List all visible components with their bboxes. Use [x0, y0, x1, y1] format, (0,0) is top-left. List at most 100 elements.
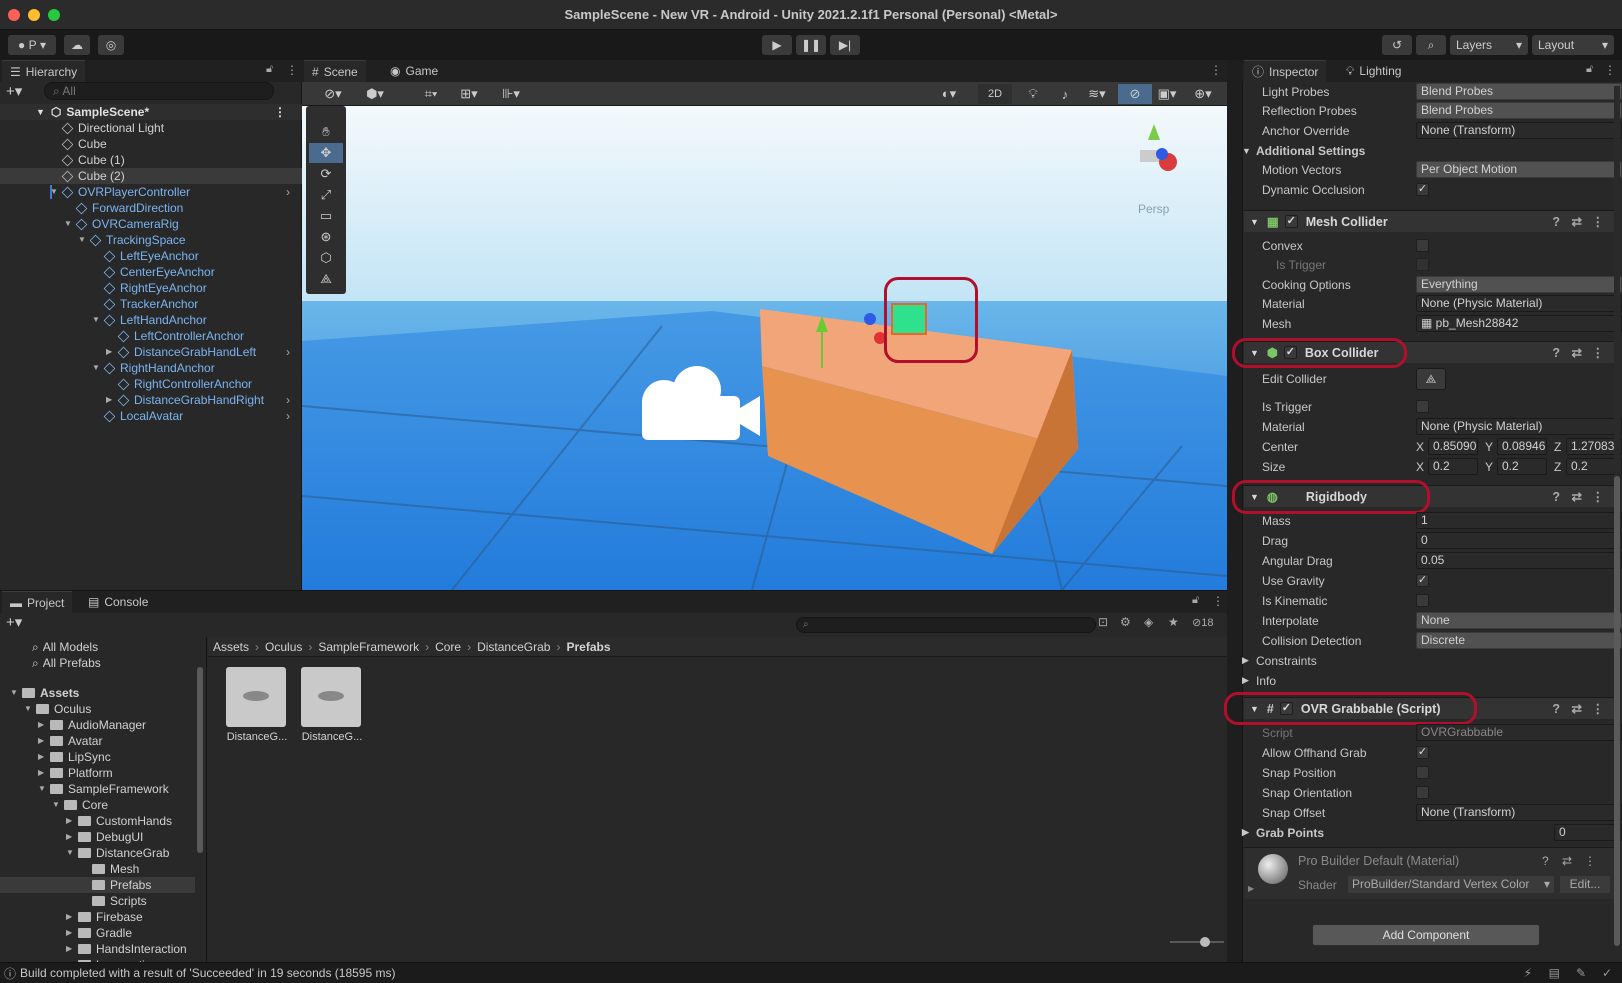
breadcrumb-item[interactable]: Prefabs	[566, 640, 610, 654]
size-x-field[interactable]: 0.2	[1428, 458, 1478, 475]
chevron-down-icon[interactable]: ▼	[92, 312, 100, 328]
scrollbar-thumb[interactable]	[1614, 476, 1620, 946]
lock-icon[interactable]: 🔓︎	[1192, 594, 1199, 607]
center-x-field[interactable]: 0.85090	[1428, 438, 1478, 455]
more-icon[interactable]: ⋮	[1592, 345, 1605, 360]
snap-orientation-checkbox[interactable]	[1416, 786, 1429, 799]
chevron-right-icon[interactable]: ▶	[66, 941, 72, 957]
is-trigger-checkbox[interactable]	[1416, 258, 1429, 271]
hierarchy-item[interactable]: Cube	[0, 136, 302, 152]
project-tree-item[interactable]: ▶ DebugUI	[0, 829, 195, 845]
preset-icon[interactable]: ⇄	[1572, 489, 1582, 504]
light-probes-dropdown[interactable]: Blend Probes	[1416, 83, 1622, 100]
persp-label[interactable]: Persp	[1138, 202, 1170, 216]
hierarchy-search-input[interactable]: ⌕ All	[44, 82, 274, 100]
project-tree-item[interactable]: ▶ AudioManager	[0, 717, 195, 733]
hierarchy-item[interactable]: RightEyeAnchor	[0, 280, 302, 296]
info-foldout[interactable]: ▶ Info	[1240, 671, 1622, 690]
add-object-button[interactable]: +▾	[6, 82, 22, 100]
chevron-right-icon[interactable]: ›	[286, 408, 290, 424]
edit-collider-button[interactable]: ⟁	[1416, 367, 1446, 390]
allow-offhand-checkbox[interactable]: ✓	[1416, 746, 1429, 759]
lock-icon[interactable]: 🔓︎	[1586, 63, 1593, 76]
mesh-field[interactable]: ▦ pb_Mesh28842	[1416, 315, 1622, 332]
status-check-icon[interactable]: ✓	[1602, 966, 1612, 980]
hand-tool-icon[interactable]: ✋︎	[309, 122, 343, 142]
tab-console[interactable]: ▤ Console	[80, 591, 156, 613]
account-button[interactable]: ● P ▾	[8, 35, 56, 55]
hierarchy-item[interactable]: ▼ RightHandAnchor	[0, 360, 302, 376]
render-mode-dropdown[interactable]: ⬢▾	[358, 84, 392, 104]
rect-tool-icon[interactable]: ▭	[309, 206, 343, 226]
scene-root-row[interactable]: ▼ ⬡ SampleScene* ⋮	[0, 104, 302, 120]
inspector-scrollbar[interactable]	[1614, 86, 1620, 948]
pause-button[interactable]: ❚❚	[796, 35, 826, 55]
dynamic-occlusion-checkbox[interactable]: ✓	[1416, 183, 1429, 196]
play-button[interactable]: ▶	[762, 35, 792, 55]
status-message[interactable]: Build completed with a result of 'Succee…	[20, 966, 395, 980]
project-tree-item[interactable]: ▼ DistanceGrab	[0, 845, 195, 861]
breadcrumb-item[interactable]: SampleFramework	[318, 640, 419, 654]
chevron-right-icon[interactable]: ▶	[106, 392, 112, 408]
more-icon[interactable]: ⋮	[1592, 214, 1605, 229]
hierarchy-item[interactable]: CenterEyeAnchor	[0, 264, 302, 280]
hierarchy-item[interactable]: ▼ TrackingSpace	[0, 232, 302, 248]
more-icon[interactable]: ⋮	[286, 63, 298, 77]
slider-handle[interactable]	[1200, 937, 1210, 947]
shader-dropdown[interactable]: ProBuilder/Standard Vertex Color ▾	[1348, 876, 1554, 893]
more-icon[interactable]: ⋮	[1604, 63, 1616, 77]
more-icon[interactable]: ⋮	[1592, 489, 1605, 504]
hierarchy-item[interactable]: Directional Light	[0, 120, 302, 136]
orientation-dropdown[interactable]: ◐▾	[932, 84, 966, 104]
chevron-down-icon[interactable]: ▼	[52, 797, 60, 813]
grid-dropdown[interactable]: ⊞▾	[452, 84, 486, 104]
project-tree-item[interactable]: ▼ Core	[0, 797, 195, 813]
chevron-right-icon[interactable]: ▶	[38, 765, 44, 781]
2d-toggle-button[interactable]: 2D	[978, 84, 1012, 104]
project-tree-item[interactable]: ▼ Assets	[0, 685, 195, 701]
asset-thumbnail[interactable]	[301, 667, 361, 727]
breadcrumb-item[interactable]: Oculus	[265, 640, 302, 654]
draw-mode-dropdown[interactable]: ⊘▾	[316, 84, 350, 104]
tab-project[interactable]: ▬ Project	[2, 591, 73, 613]
camera-dropdown[interactable]: ▣▾	[1150, 84, 1184, 104]
tab-game[interactable]: ◉ Game	[382, 60, 446, 82]
auto-generate-lighting-icon[interactable]: ⚡︎	[1524, 966, 1532, 980]
scale-tool-icon[interactable]: ⤢	[309, 185, 343, 205]
gizmos-dropdown[interactable]: ⊕▾	[1186, 84, 1220, 104]
cloud-button[interactable]: ☁	[64, 35, 90, 55]
asset-label[interactable]: DistanceG...	[299, 731, 365, 743]
debug-mode-icon[interactable]: ✎	[1576, 966, 1586, 980]
tab-lighting[interactable]: 💡︎ Lighting	[1338, 60, 1409, 82]
more-icon[interactable]: ⋮	[274, 104, 286, 120]
preset-icon[interactable]: ⇄	[1572, 345, 1582, 360]
lighting-toggle[interactable]: 💡︎	[1016, 84, 1050, 104]
thumbnail-size-slider[interactable]	[1170, 937, 1224, 947]
asset-thumbnail[interactable]	[226, 667, 286, 727]
preset-icon[interactable]: ⇄	[1562, 854, 1572, 868]
project-tree-item[interactable]: Prefabs	[0, 877, 195, 893]
project-tree-item[interactable]: ▼ SampleFramework	[0, 781, 195, 797]
tab-hierarchy[interactable]: ☰ Hierarchy	[2, 60, 86, 82]
convex-checkbox[interactable]	[1416, 239, 1429, 252]
label-icon[interactable]: ◈	[1144, 615, 1153, 629]
star-icon[interactable]: ★	[1168, 615, 1179, 629]
chevron-right-icon[interactable]: ›	[286, 344, 290, 360]
more-icon[interactable]: ⋮	[1212, 594, 1224, 608]
chevron-right-icon[interactable]: ▶	[66, 813, 72, 829]
scene-viewport[interactable]: Persp	[302, 106, 1227, 590]
add-component-button[interactable]: Add Component	[1312, 924, 1540, 946]
hierarchy-item[interactable]: ▶ DistanceGrabHandLeft ›	[0, 344, 302, 360]
hierarchy-item[interactable]: ▼ LeftHandAnchor	[0, 312, 302, 328]
layers-dropdown[interactable]: Layers ▾	[1450, 35, 1528, 55]
chevron-right-icon[interactable]: ▶	[66, 829, 72, 845]
breadcrumb-item[interactable]: DistanceGrab	[477, 640, 550, 654]
rotate-tool-icon[interactable]: ⟳	[309, 164, 343, 184]
chevron-right-icon[interactable]: ▶	[38, 717, 44, 733]
search-by-type-icon[interactable]: ⊡	[1098, 615, 1108, 629]
effects-dropdown[interactable]: ≋▾	[1080, 84, 1114, 104]
favorite-all-prefabs[interactable]: ⌕ All Prefabs	[32, 655, 101, 671]
help-icon[interactable]: ?	[1552, 346, 1560, 360]
hierarchy-item[interactable]: TrackerAnchor	[0, 296, 302, 312]
project-tree-item[interactable]: ▶ CustomHands	[0, 813, 195, 829]
